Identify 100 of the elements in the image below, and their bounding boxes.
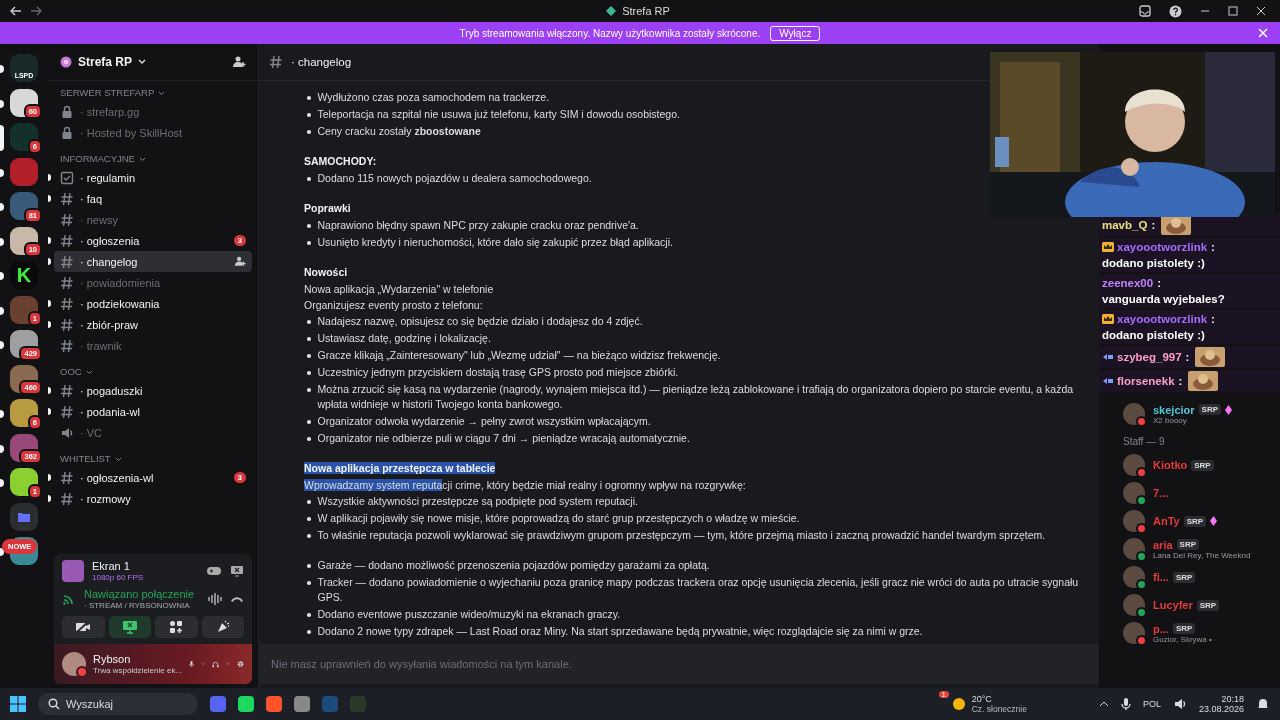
- channel-item[interactable]: · strefarp.gg: [54, 101, 252, 122]
- bullet-marker: [307, 630, 311, 634]
- channel-item[interactable]: · ogłoszenia-wl 3: [54, 467, 252, 488]
- server-tag: SRP: [1172, 623, 1196, 634]
- music-app-icon[interactable]: [238, 696, 254, 712]
- member-item[interactable]: p... SRP Guzior, Skrywa •: [1099, 619, 1280, 647]
- language-indicator[interactable]: POL: [1142, 699, 1161, 709]
- category-header[interactable]: OOC: [60, 364, 82, 380]
- chat-username: zeenex00: [1102, 276, 1154, 291]
- member-item[interactable]: Lucyfer SRP: [1099, 591, 1280, 619]
- windows-start-icon[interactable]: [10, 696, 26, 712]
- forward-arrow-icon[interactable]: [30, 6, 42, 16]
- weather-text: Cz. słonecznie: [971, 704, 1027, 714]
- hash-icon: [60, 338, 74, 353]
- channel-item[interactable]: · regulamin: [54, 167, 252, 188]
- server-tag: SRP: [1196, 599, 1220, 611]
- voice-control-button[interactable]: [155, 616, 198, 638]
- bullet-marker: [307, 113, 311, 117]
- member-item[interactable]: 7...: [1099, 479, 1280, 507]
- channel-item[interactable]: · newsy: [54, 209, 252, 230]
- temperature: 20°C: [971, 694, 993, 704]
- category-header[interactable]: WHITELIST: [60, 451, 111, 467]
- channel-item[interactable]: · zbiór-praw: [54, 314, 252, 335]
- server-header[interactable]: Strefa RP: [48, 44, 258, 81]
- app-icon[interactable]: [294, 696, 310, 712]
- channel-item[interactable]: · rozmowy: [54, 488, 252, 509]
- message-line: Nowa aplikacja „Wydarzenia" w telefonie: [304, 282, 495, 297]
- server-folder[interactable]: [10, 502, 38, 531]
- notification-icon[interactable]: [1256, 697, 1270, 711]
- channel-item[interactable]: · ogłoszenia 3: [54, 230, 252, 251]
- chevron-icon[interactable]: [138, 156, 146, 162]
- member-name: skejcior: [1153, 403, 1195, 416]
- server-icon[interactable]: [10, 123, 38, 152]
- user-name: Rybson: [93, 653, 132, 665]
- chat-separator: :: [1151, 218, 1156, 233]
- bullet-marker: [307, 224, 311, 228]
- hash-icon: [60, 212, 74, 227]
- hash-icon: [60, 383, 74, 398]
- close-icon[interactable]: [1256, 6, 1266, 16]
- channel-item[interactable]: · pogaduszki: [54, 380, 252, 401]
- microphone-icon[interactable]: [1120, 697, 1131, 711]
- date: 23.08.2026: [1198, 704, 1244, 714]
- bullet-marker: [307, 437, 311, 441]
- member-item[interactable]: skejcior SRP X2 boooy: [1099, 400, 1280, 428]
- chevron-icon[interactable]: [114, 456, 122, 462]
- hang-up-icon[interactable]: [230, 594, 244, 604]
- clock[interactable]: 20:18 23.08.2026: [1198, 694, 1244, 714]
- member-item[interactable]: aria SRP Lana Del Rey, The Weeknd: [1099, 535, 1280, 563]
- bullet-marker: [307, 241, 311, 245]
- bullet-marker: [307, 320, 311, 324]
- search-field[interactable]: Wyszukaj: [38, 693, 198, 715]
- server-icon[interactable]: [10, 468, 38, 497]
- channel-item[interactable]: · Hosted by SkillHost: [54, 122, 252, 143]
- category-header[interactable]: SERWER STREFARP: [60, 85, 155, 101]
- waveform-icon[interactable]: [208, 593, 222, 605]
- member-item[interactable]: Kiotko SRP: [1099, 451, 1280, 479]
- category-header[interactable]: INFORMACYJNE: [60, 151, 135, 167]
- channel-item[interactable]: · podziekowania: [54, 293, 252, 314]
- disable-button[interactable]: Wyłącz: [770, 25, 821, 41]
- bullet-item: Wydłużono czas poza samochodem na trackerze.: [317, 90, 550, 105]
- channel-item[interactable]: · VC: [54, 422, 252, 443]
- lock-icon: [60, 104, 74, 119]
- add-person-icon[interactable]: [234, 256, 246, 267]
- back-arrow-icon[interactable]: [10, 6, 22, 16]
- channel-item[interactable]: · powiadomienia: [54, 272, 252, 293]
- server-icon[interactable]: K: [10, 261, 38, 290]
- help-icon[interactable]: [1169, 4, 1182, 18]
- section-heading: Nowa aplikacja przestępcza w tablecie: [304, 461, 497, 476]
- chevron-up-icon[interactable]: [1098, 701, 1109, 707]
- channel-item[interactable]: · changelog: [54, 251, 252, 272]
- voice-control-button[interactable]: [201, 616, 244, 638]
- maximize-icon[interactable]: [1228, 6, 1238, 16]
- member-item[interactable]: AnTy SRP: [1099, 507, 1280, 535]
- browser-app-icon[interactable]: [266, 696, 282, 712]
- hash-icon: [60, 275, 74, 290]
- weather-widget[interactable]: 20°C Cz. słonecznie: [950, 694, 1027, 714]
- hash-icon: [60, 470, 74, 485]
- soundboard-icon: [215, 620, 230, 634]
- chevron-icon[interactable]: [85, 369, 93, 375]
- voice-control-button[interactable]: [108, 616, 151, 638]
- stop-stream-icon[interactable]: [230, 565, 244, 577]
- gamepad-icon[interactable]: [206, 565, 222, 577]
- member-name: Kiotko: [1153, 459, 1188, 471]
- inbox-icon[interactable]: [1139, 5, 1151, 17]
- bullet-marker: [307, 371, 311, 375]
- add-person-icon[interactable]: [232, 56, 246, 68]
- voice-channel-link[interactable]: · STREAM / RYBSONOWNIA: [84, 601, 195, 610]
- chevron-icon[interactable]: [158, 90, 166, 96]
- bullet-item: Organizator nie odbierze puli w ciągu 7 dni → pieniądze wracają automatycznie.: [317, 431, 690, 446]
- checklist-icon: [60, 170, 74, 185]
- server-icon[interactable]: [10, 399, 38, 428]
- voice-control-button[interactable]: [62, 616, 105, 638]
- channel-item[interactable]: · podania-wl: [54, 401, 252, 422]
- speaker-icon[interactable]: [1172, 697, 1187, 711]
- discord-app-icon[interactable]: [210, 696, 226, 712]
- banner-text: Tryb streamowania włączony. Nazwy użytkownika zostały skrócone.: [459, 27, 761, 39]
- member-item[interactable]: fi... SRP: [1099, 563, 1280, 591]
- user-avatar[interactable]: [62, 652, 86, 676]
- channel-item[interactable]: · trawnik: [54, 335, 252, 356]
- channel-item[interactable]: · faq: [54, 188, 252, 209]
